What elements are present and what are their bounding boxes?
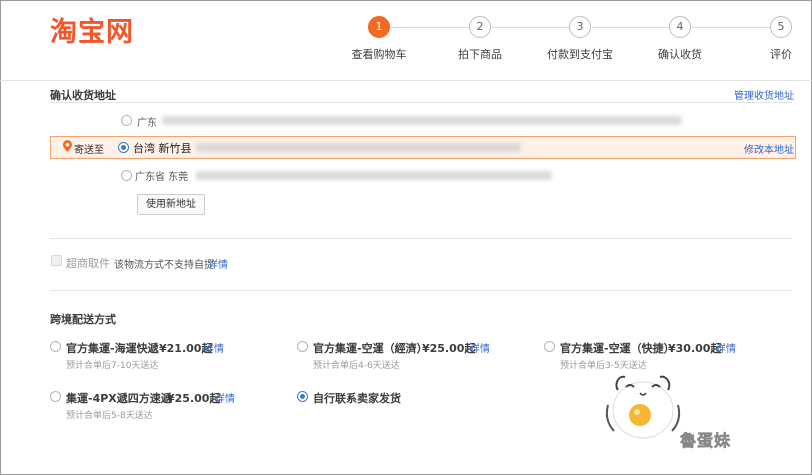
shipping-option-3-detail-link[interactable]: 详情 [716,340,736,355]
shipping-option-3-radio[interactable] [544,341,555,352]
shipping-option-1-radio[interactable] [50,341,61,352]
address-section-divider [50,238,792,239]
address-radio-2[interactable] [118,142,129,153]
step-1-circle: 1 [368,16,390,38]
store-pickup-note: 该物流方式不支持自提 [114,260,214,271]
step-4-label: 确认收货 [658,48,702,61]
step-connector [390,27,480,28]
step-connector [592,27,680,28]
step-connector [692,27,780,28]
modify-address-link[interactable]: 修改本地址 [744,141,794,156]
shipping-option-5-name: 自行联系卖家发货 [313,392,401,405]
step-5-circle: 5 [770,16,792,38]
shipping-option-4-eta: 预计合单后5-8天送达 [66,411,153,421]
shipping-option-4-name: 集運-4PX遞四方速遞 [66,392,172,405]
address-radio-3[interactable] [121,170,132,181]
step-2-label: 拍下商品 [458,48,502,61]
taobao-logo[interactable]: 淘宝网 [50,10,134,49]
header-divider [0,80,812,81]
shipping-section-title: 跨境配送方式 [50,313,116,326]
address-row-2-text: 台湾 新竹县 [133,142,192,155]
shipping-option-2-radio[interactable] [297,341,308,352]
address-radio-1[interactable] [121,115,132,126]
shipping-option-1-name: 官方集運-海運快遞 [66,342,159,355]
shipping-option-3-price: ¥30.00起 [668,342,722,355]
store-pickup-checkbox[interactable] [51,255,62,266]
shipping-option-2-eta: 预计合单后4-6天送达 [313,361,400,371]
step-4-circle: 4 [669,16,691,38]
watermark-text: 魯蛋妹 [680,431,732,451]
address-row-3-text: 广东省 东莞 [135,172,189,183]
step-5-label: 评价 [770,48,792,61]
address-row-1-text: 广东 [137,118,157,129]
pickup-divider [50,290,792,291]
step-connector [492,27,580,28]
address-row-2-redacted [196,143,521,152]
shipping-option-4-radio[interactable] [50,391,61,402]
step-1-label: 查看购物车 [351,48,407,61]
shipping-option-4-price: ¥25.00起 [167,392,221,405]
send-to-label: 寄送至 [74,145,104,156]
shipping-option-4-detail-link[interactable]: 详情 [215,390,235,405]
address-section-title: 确认收货地址 [50,89,116,102]
shipping-option-1-eta: 预计合单后7-10天送达 [66,361,159,371]
use-new-address-button[interactable]: 使用新地址 [137,194,205,215]
shipping-option-2-detail-link[interactable]: 详情 [470,340,490,355]
step-3-label: 付款到支付宝 [547,48,613,61]
step-2-circle: 2 [469,16,491,38]
store-pickup-label: 超商取件 [66,257,110,270]
shipping-option-2-price: ¥25.00起 [422,342,476,355]
store-pickup-detail-link[interactable]: 详情 [208,256,228,271]
address-row-3-redacted [196,171,552,180]
shipping-option-5-radio[interactable] [297,391,308,402]
shipping-option-1-detail-link[interactable]: 详情 [204,340,224,355]
manage-address-link[interactable]: 管理收货地址 [734,87,794,102]
location-pin-icon [63,140,72,152]
shipping-option-3-name: 官方集運-空運（快捷） [560,342,675,355]
step-3-circle: 3 [569,16,591,38]
address-row-1-redacted [162,116,682,125]
egg-mascot-icon [605,375,681,439]
address-title-divider [50,102,792,103]
shipping-option-2-name: 官方集運-空運（經濟） [313,342,428,355]
